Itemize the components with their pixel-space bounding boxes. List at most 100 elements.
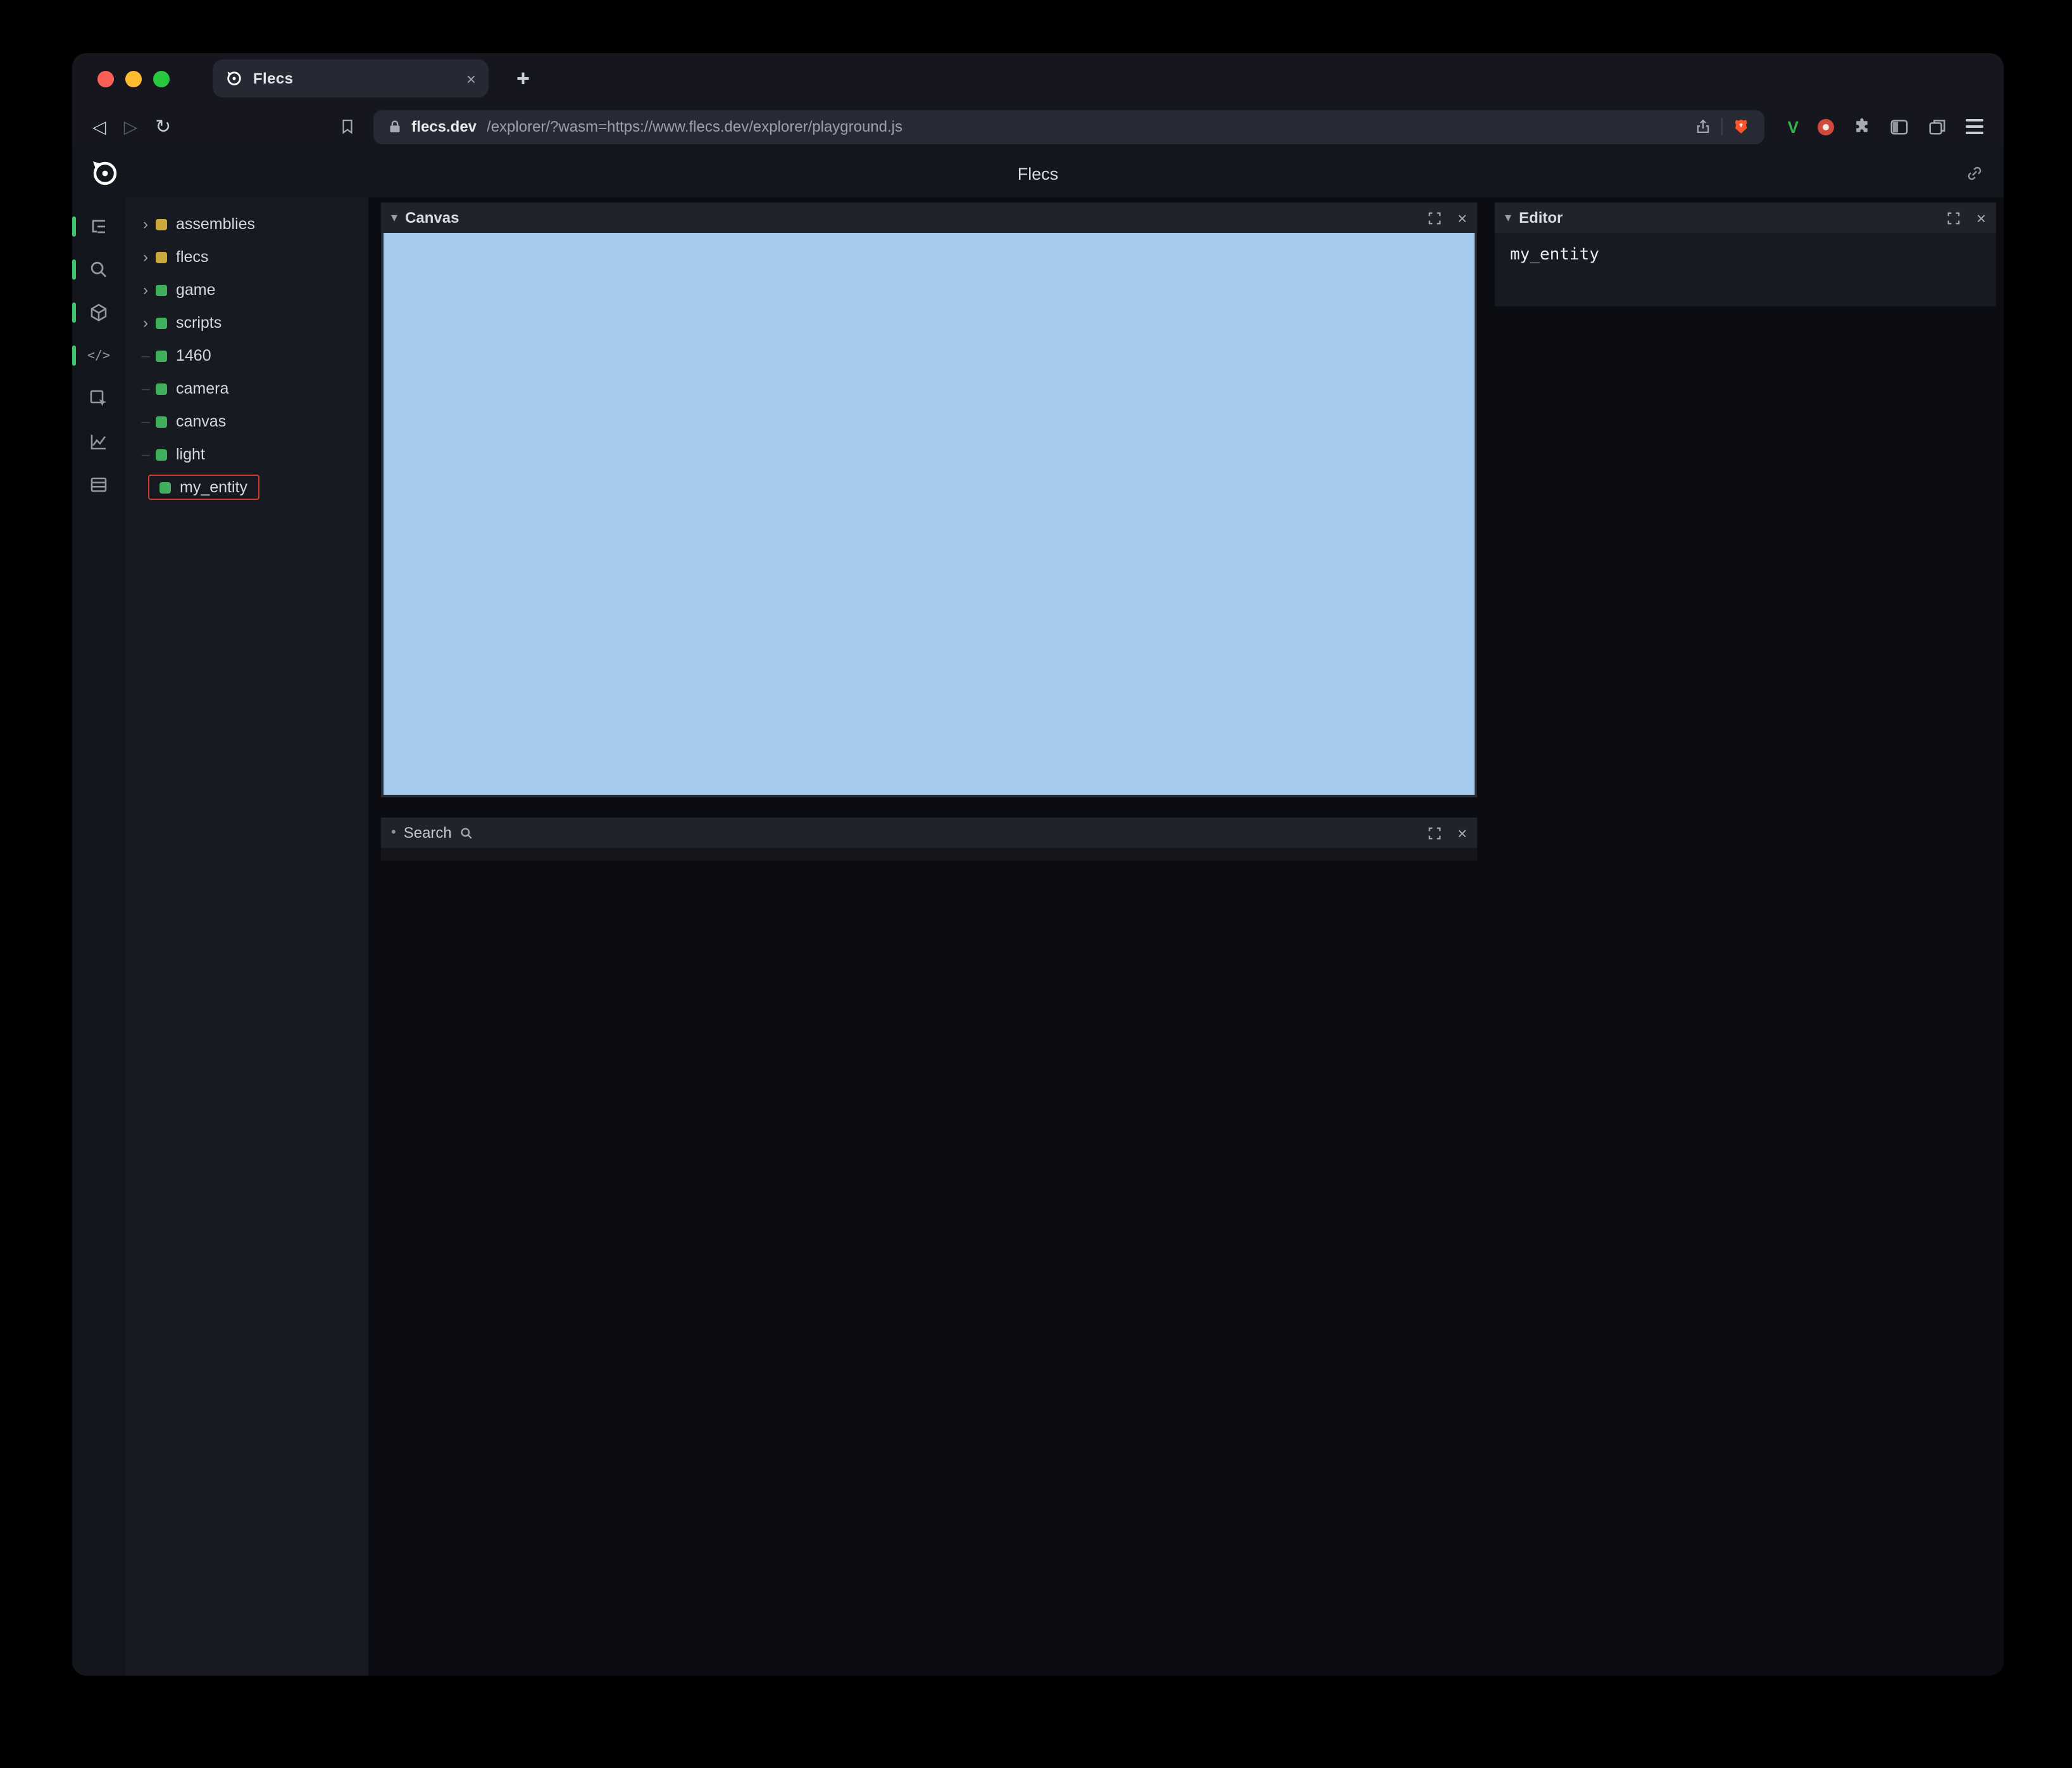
puzzle-extensions-icon[interactable]: [1853, 118, 1871, 135]
entity-tree: › assemblies › flecs › game › scripts – …: [125, 197, 368, 1676]
search-icon: [459, 826, 473, 840]
zoom-window-button[interactable]: [153, 70, 170, 87]
bullet-icon: •: [391, 825, 396, 840]
entity-swatch: [156, 449, 167, 460]
editor-panel: ▾ Editor × my_entity: [1495, 202, 1996, 306]
entity-swatch: [156, 317, 167, 328]
tree-item-canvas[interactable]: – canvas: [125, 405, 368, 438]
tree-item-flecs[interactable]: › flecs: [125, 240, 368, 273]
close-window-button[interactable]: [97, 70, 114, 87]
screen: Flecs × + ◁ ▷ ↻ flecs.dev/explorer/?wasm…: [0, 0, 2072, 1768]
tree-item-assemblies[interactable]: › assemblies: [125, 208, 368, 240]
code-icon: </>: [87, 349, 111, 363]
tree-item-label: scripts: [176, 314, 222, 332]
app-main: </> › assemblies › flecs › game › script…: [72, 197, 2004, 1676]
expand-icon[interactable]: [1428, 826, 1442, 840]
tool-tables[interactable]: [72, 463, 125, 506]
chevron-right-icon[interactable]: ›: [138, 281, 153, 299]
menu-icon[interactable]: [1966, 119, 1983, 134]
search-panel-title: Search: [403, 824, 452, 842]
browser-tab[interactable]: Flecs ×: [213, 59, 489, 97]
tree-item-camera[interactable]: – camera: [125, 372, 368, 405]
tab-strip: Flecs × +: [72, 53, 2004, 104]
leaf-dash-icon: –: [141, 347, 150, 364]
url-bar[interactable]: flecs.dev/explorer/?wasm=https://www.fle…: [373, 109, 1765, 144]
chevron-down-icon[interactable]: ▾: [1505, 211, 1511, 225]
navigation-bar: ◁ ▷ ↻ flecs.dev/explorer/?wasm=https://w…: [72, 104, 2004, 149]
entity-swatch: [156, 416, 167, 427]
tree-item-label: my_entity: [180, 478, 247, 496]
close-icon[interactable]: ×: [1976, 209, 1986, 226]
tool-code[interactable]: </>: [72, 334, 125, 377]
tool-entities[interactable]: [72, 291, 125, 334]
editor-panel-header[interactable]: ▾ Editor ×: [1495, 202, 1996, 233]
editor-panel-title: Editor: [1519, 209, 1563, 227]
new-tab-button[interactable]: +: [516, 65, 530, 92]
active-indicator: [72, 346, 76, 366]
tool-tree[interactable]: [72, 205, 125, 248]
url-path: /explorer/?wasm=https://www.flecs.dev/ex…: [487, 118, 902, 135]
browser-window: Flecs × + ◁ ▷ ↻ flecs.dev/explorer/?wasm…: [72, 53, 2004, 1676]
active-indicator: [72, 216, 76, 237]
expand-icon[interactable]: [1428, 211, 1442, 225]
chevron-down-icon[interactable]: ▾: [391, 211, 397, 225]
tree-item-label: assemblies: [176, 215, 256, 233]
tool-charts[interactable]: [72, 420, 125, 463]
share-icon[interactable]: [1695, 118, 1712, 135]
v-extension-icon[interactable]: V: [1788, 117, 1799, 136]
tab-title: Flecs: [253, 70, 294, 87]
extension-shield-icon[interactable]: [1818, 118, 1834, 135]
entity-swatch: [156, 383, 167, 394]
tree-item-scripts[interactable]: › scripts: [125, 306, 368, 339]
reload-button[interactable]: ↻: [155, 115, 171, 138]
leaf-dash-icon: –: [141, 445, 150, 463]
canvas-panel: ▾ Canvas ×: [381, 202, 1477, 797]
sidebar-toggle-icon[interactable]: [1890, 117, 1909, 136]
tool-inspector[interactable]: [72, 377, 125, 420]
forward-button[interactable]: ▷: [124, 116, 138, 137]
search-panel-header[interactable]: • Search ×: [381, 818, 1477, 848]
active-indicator: [72, 259, 76, 280]
url-divider: [1721, 118, 1723, 135]
canvas-panel-title: Canvas: [405, 209, 459, 227]
expand-icon[interactable]: [1947, 211, 1961, 225]
search-panel: • Search ×: [381, 818, 1477, 861]
lock-icon: [389, 119, 401, 134]
chevron-right-icon[interactable]: ›: [138, 314, 153, 332]
tree-item-label: 1460: [176, 347, 211, 364]
windows-icon[interactable]: [1928, 117, 1947, 136]
tree-item-label: game: [176, 281, 216, 299]
module-swatch: [156, 218, 167, 230]
tool-search[interactable]: [72, 248, 125, 291]
brave-shield-icon[interactable]: [1733, 118, 1750, 135]
chevron-right-icon[interactable]: ›: [138, 248, 153, 266]
close-icon[interactable]: ×: [1457, 209, 1467, 226]
entity-swatch: [156, 284, 167, 296]
tree-item-game[interactable]: › game: [125, 273, 368, 306]
render-canvas[interactable]: [381, 233, 1477, 797]
tree-item-light[interactable]: – light: [125, 438, 368, 471]
tree-item-label: flecs: [176, 248, 209, 266]
page-title: Flecs: [1017, 164, 1059, 183]
tab-close-icon[interactable]: ×: [466, 70, 476, 87]
leaf-dash-icon: –: [141, 413, 150, 430]
bookmark-icon[interactable]: [339, 118, 356, 135]
url-domain: flecs.dev: [411, 118, 477, 135]
module-swatch: [156, 251, 167, 263]
tree-item-label: camera: [176, 380, 229, 397]
close-icon[interactable]: ×: [1457, 825, 1467, 841]
app-header: Flecs: [72, 149, 2004, 197]
leaf-dash-icon: –: [141, 380, 150, 397]
entity-swatch: [159, 482, 171, 493]
tree-item-1460[interactable]: – 1460: [125, 339, 368, 372]
share-link-icon[interactable]: [1966, 165, 1983, 182]
window-controls: [97, 70, 170, 87]
tree-item-my-entity[interactable]: my_entity: [125, 471, 368, 504]
minimize-window-button[interactable]: [125, 70, 142, 87]
back-button[interactable]: ◁: [92, 116, 106, 137]
editor-content[interactable]: my_entity: [1495, 233, 1996, 306]
canvas-panel-header[interactable]: ▾ Canvas ×: [381, 202, 1477, 233]
flecs-favicon: [225, 70, 243, 87]
workspace: ▾ Canvas × • Search × ▾ Editor × my_enti…: [368, 197, 2004, 1676]
chevron-right-icon[interactable]: ›: [138, 215, 153, 233]
